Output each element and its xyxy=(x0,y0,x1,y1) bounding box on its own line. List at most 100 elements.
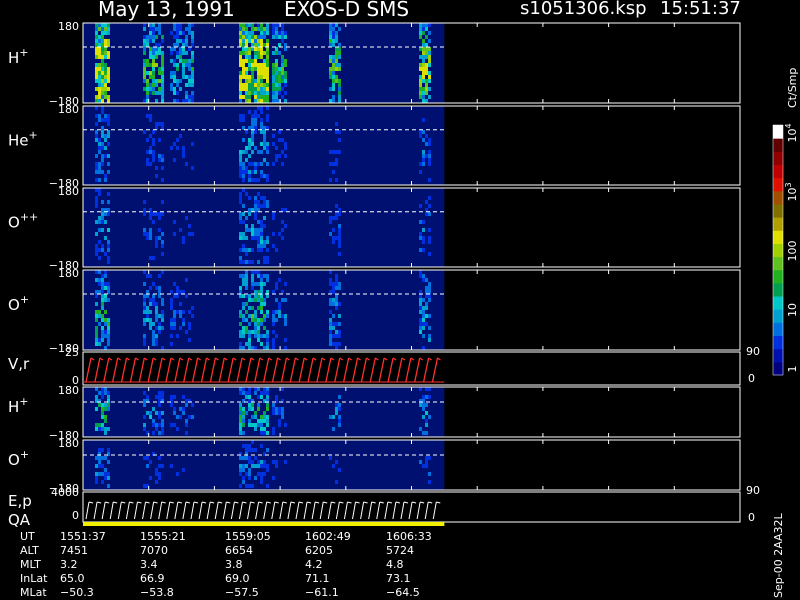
spectrogram-cell xyxy=(428,23,431,27)
spectrogram-cell xyxy=(251,278,254,282)
spectrogram-cell xyxy=(239,423,242,427)
spectrogram-cell xyxy=(245,484,248,488)
spectrogram-cell xyxy=(95,79,98,83)
spectrogram-cell xyxy=(419,87,422,91)
spectrogram-cell xyxy=(254,476,257,480)
spectrogram-cell xyxy=(257,407,260,411)
spectrogram-cell xyxy=(104,87,107,91)
spectrogram-cell xyxy=(254,314,257,318)
spectrogram-cell xyxy=(146,63,149,67)
species-label: O+ xyxy=(8,293,29,314)
spectrogram-cell xyxy=(143,200,146,204)
spectrogram-cell xyxy=(248,126,251,130)
spectrogram-cell xyxy=(152,330,155,334)
spectrogram-cell xyxy=(185,91,188,95)
spectrogram-cell xyxy=(419,75,422,79)
spectrogram-cell xyxy=(422,162,425,166)
spectrogram-cell xyxy=(260,228,263,232)
spectrogram-cell xyxy=(266,162,269,166)
spectrogram-cell xyxy=(251,440,254,444)
spectrogram-cell xyxy=(152,158,155,162)
spectrogram-cell xyxy=(263,326,266,330)
spectrogram-cell xyxy=(143,310,146,314)
spectrogram-cell xyxy=(272,63,275,67)
spectrogram-cell xyxy=(272,310,275,314)
spectrogram-cell xyxy=(254,427,257,431)
spectrogram-cell xyxy=(152,302,155,306)
spectrogram-cell xyxy=(101,415,104,419)
spectrogram-cell xyxy=(272,290,275,294)
spectrogram-cell xyxy=(419,134,422,138)
spectrogram-cell xyxy=(101,200,104,204)
spectrogram-cell xyxy=(425,134,428,138)
vr-label: V,r xyxy=(8,355,30,373)
spectrogram-cell xyxy=(419,35,422,39)
spectrogram-cell xyxy=(191,95,194,99)
spectrogram-cell xyxy=(242,411,245,415)
spectrogram-cell xyxy=(185,83,188,87)
spectrogram-cell xyxy=(188,224,191,228)
spectrogram-cell xyxy=(95,472,98,476)
spectrogram-cell xyxy=(185,35,188,39)
spectrogram-cell xyxy=(263,142,266,146)
spectrogram-cell xyxy=(425,43,428,47)
spectrogram-cell xyxy=(161,310,164,314)
spectrogram-cell xyxy=(428,162,431,166)
spectrogram-cell xyxy=(338,79,341,83)
spectrogram-cell xyxy=(332,326,335,330)
spectrogram-cell xyxy=(428,240,431,244)
spectrogram-cell xyxy=(101,35,104,39)
spectrogram-cell xyxy=(281,39,284,43)
spectrogram-cell xyxy=(143,338,146,342)
spectrogram-cell xyxy=(239,472,242,476)
spectrogram-cell xyxy=(248,47,251,51)
spectrogram-cell xyxy=(254,95,257,99)
spectrogram-cell xyxy=(428,212,431,216)
spectrogram-cell xyxy=(263,431,266,435)
spectrogram-cell xyxy=(104,51,107,55)
spectrogram-cell xyxy=(284,146,287,150)
spectrogram-cell xyxy=(101,298,104,302)
spectrogram-cell xyxy=(251,59,254,63)
spectrogram-cell xyxy=(98,192,101,196)
spectrogram-cell xyxy=(272,244,275,248)
spectrogram-cell xyxy=(257,79,260,83)
spectrogram-cell xyxy=(248,55,251,59)
spectrogram-cell xyxy=(152,154,155,158)
spectrogram-cell xyxy=(242,75,245,79)
spectrogram-cell xyxy=(251,75,254,79)
spectrogram-cell xyxy=(152,67,155,71)
spectrogram-cell xyxy=(422,118,425,122)
spectrogram-cell xyxy=(422,158,425,162)
spectrogram-cell xyxy=(242,444,245,448)
spectrogram-cell xyxy=(260,306,263,310)
spectrogram-cell xyxy=(275,67,278,71)
spectrogram-cell xyxy=(239,114,242,118)
spectrogram-cell xyxy=(254,146,257,150)
spectrogram-cell xyxy=(251,83,254,87)
spectrogram-cell xyxy=(104,75,107,79)
spectrogram-cell xyxy=(422,55,425,59)
spectrogram-cell xyxy=(260,240,263,244)
spectrogram-cell xyxy=(272,338,275,342)
spectrogram-cell xyxy=(104,236,107,240)
spectrogram-cell xyxy=(152,35,155,39)
spectrogram-cell xyxy=(281,63,284,67)
spectrogram-cell xyxy=(98,228,101,232)
spectrogram-cell xyxy=(191,43,194,47)
spectrogram-cell xyxy=(185,294,188,298)
spectrogram-cell xyxy=(143,270,146,274)
spectrogram-cell xyxy=(245,55,248,59)
spectrogram-cell xyxy=(329,302,332,306)
spectrogram-cell xyxy=(254,39,257,43)
spectrogram-cell xyxy=(281,220,284,224)
spectrogram-cell xyxy=(245,27,248,31)
spectrogram-cell xyxy=(191,67,194,71)
panel-6: 180−180O+ xyxy=(8,437,741,495)
spectrogram-cell xyxy=(281,290,284,294)
spectrogram-cell xyxy=(182,31,185,35)
spectrogram-cell xyxy=(242,63,245,67)
spectrogram-cell xyxy=(107,248,110,252)
spectrogram-cell xyxy=(155,55,158,59)
spectrogram-cell xyxy=(158,415,161,419)
